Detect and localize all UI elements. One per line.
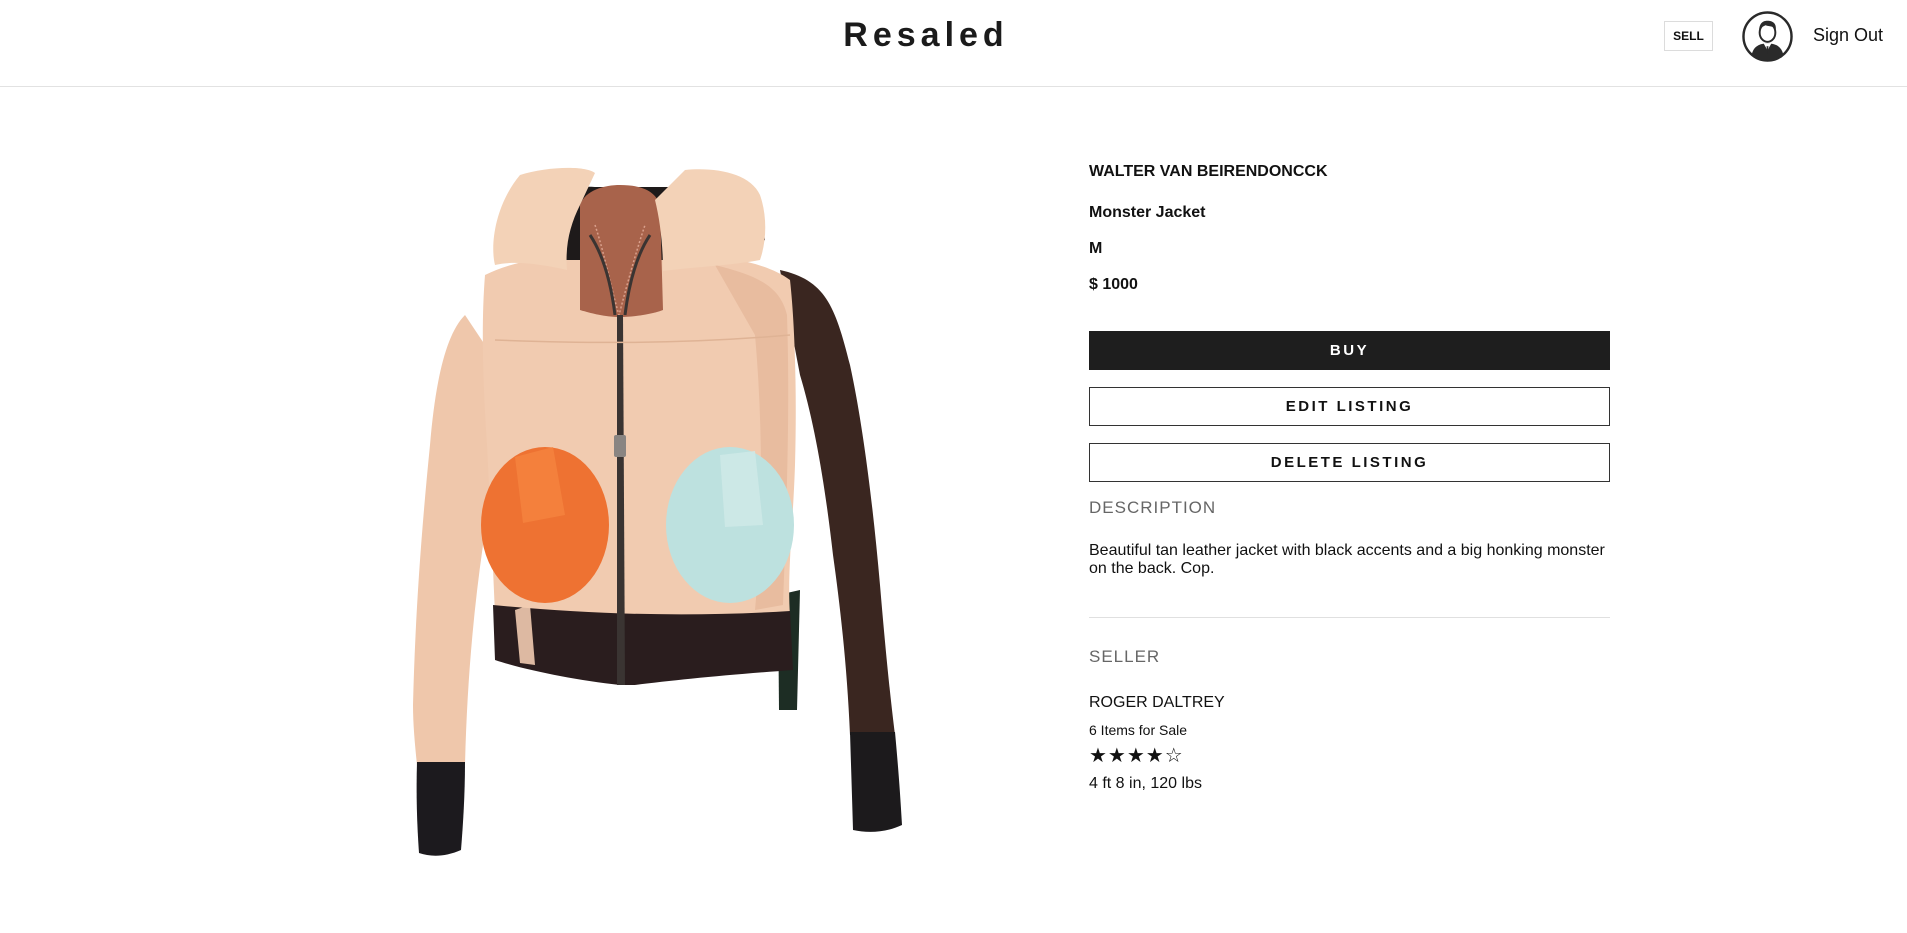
description-heading: DESCRIPTION [1089, 498, 1217, 517]
user-avatar-icon[interactable] [1742, 11, 1793, 62]
brand-name: WALTER VAN BEIRENDONCCK [1089, 163, 1328, 180]
delete-listing-button[interactable]: DELETE LISTING [1089, 443, 1610, 482]
product-details: WALTER VAN BEIRENDONCCK Monster Jacket M… [1089, 163, 1610, 792]
product-size: M [1089, 240, 1103, 257]
seller-items-count: 6 Items for Sale [1089, 722, 1188, 738]
jacket-image [413, 167, 902, 856]
product-price: $ 1000 [1089, 276, 1138, 293]
sell-button[interactable]: SELL [1664, 21, 1713, 51]
description-text: Beautiful tan leather jacket with black … [1089, 542, 1605, 577]
seller-rating-stars: ★★★★☆ [1089, 743, 1184, 767]
seller-heading: SELLER [1089, 647, 1161, 666]
sign-out-link[interactable]: Sign Out [1813, 25, 1883, 46]
site-logo[interactable]: Resaled [0, 16, 1852, 55]
buy-button[interactable]: BUY [1089, 331, 1610, 370]
product-name: Monster Jacket [1089, 204, 1206, 221]
seller-stats: 4 ft 8 in, 120 lbs [1089, 775, 1202, 792]
section-divider [1089, 617, 1610, 618]
seller-name[interactable]: ROGER DALTREY [1089, 694, 1225, 712]
top-header: Resaled SELL Sign Out [0, 0, 1907, 87]
edit-listing-button[interactable]: EDIT LISTING [1089, 387, 1610, 426]
